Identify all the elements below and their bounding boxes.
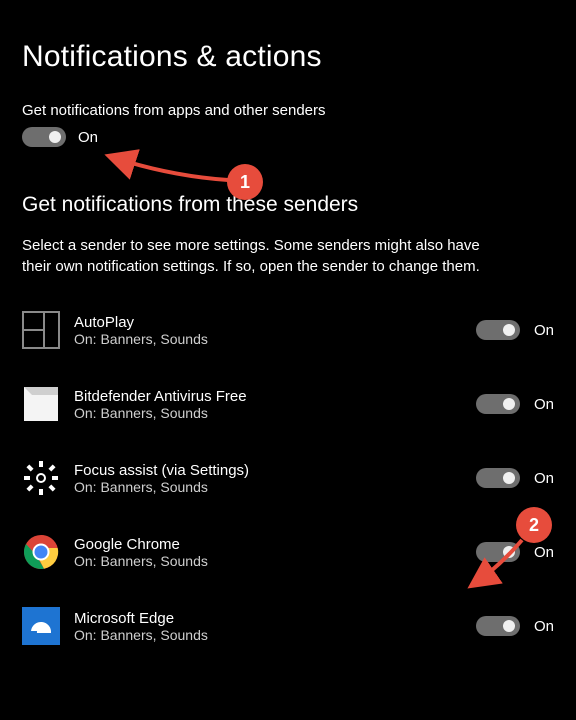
sender-toggle-state: On xyxy=(534,396,554,413)
sender-toggle-state: On xyxy=(534,544,554,561)
bitdefender-icon xyxy=(22,385,60,423)
sender-toggle-state: On xyxy=(534,618,554,635)
section-subheading: Get notifications from these senders xyxy=(22,193,554,217)
toggle-thumb xyxy=(503,472,515,484)
sender-row-edge[interactable]: Microsoft Edge On: Banners, Sounds On xyxy=(22,607,554,645)
sender-detail: On: Banners, Sounds xyxy=(74,627,476,643)
master-toggle-row: On xyxy=(22,127,554,147)
master-toggle-label: Get notifications from apps and other se… xyxy=(22,102,554,119)
sender-row-bitdefender[interactable]: Bitdefender Antivirus Free On: Banners, … xyxy=(22,385,554,423)
sender-detail: On: Banners, Sounds xyxy=(74,479,476,495)
sender-toggle-chrome[interactable] xyxy=(476,542,520,562)
toggle-thumb xyxy=(503,620,515,632)
toggle-thumb xyxy=(49,131,61,143)
chrome-icon xyxy=(22,533,60,571)
toggle-thumb xyxy=(503,398,515,410)
sender-toggle-autoplay[interactable] xyxy=(476,320,520,340)
master-toggle-state: On xyxy=(78,129,98,146)
sender-name: Focus assist (via Settings) xyxy=(74,462,476,479)
settings-gear-icon xyxy=(22,459,60,497)
sender-detail: On: Banners, Sounds xyxy=(74,553,476,569)
toggle-thumb xyxy=(503,324,515,336)
sender-toggle-focus-assist[interactable] xyxy=(476,468,520,488)
toggle-thumb xyxy=(503,546,515,558)
sender-toggle-state: On xyxy=(534,470,554,487)
sender-toggle-bitdefender[interactable] xyxy=(476,394,520,414)
sender-detail: On: Banners, Sounds xyxy=(74,331,476,347)
sender-row-autoplay[interactable]: AutoPlay On: Banners, Sounds On xyxy=(22,311,554,349)
sender-name: Google Chrome xyxy=(74,536,476,553)
autoplay-icon xyxy=(22,311,60,349)
sender-row-chrome[interactable]: Google Chrome On: Banners, Sounds On xyxy=(22,533,554,571)
sender-detail: On: Banners, Sounds xyxy=(74,405,476,421)
sender-name: Bitdefender Antivirus Free xyxy=(74,388,476,405)
section-description: Select a sender to see more settings. So… xyxy=(22,235,482,277)
edge-icon xyxy=(22,607,60,645)
sender-name: AutoPlay xyxy=(74,314,476,331)
sender-toggle-state: On xyxy=(534,322,554,339)
master-toggle[interactable] xyxy=(22,127,66,147)
sender-row-focus-assist[interactable]: Focus assist (via Settings) On: Banners,… xyxy=(22,459,554,497)
sender-toggle-edge[interactable] xyxy=(476,616,520,636)
sender-name: Microsoft Edge xyxy=(74,610,476,627)
page-title: Notifications & actions xyxy=(22,40,554,74)
